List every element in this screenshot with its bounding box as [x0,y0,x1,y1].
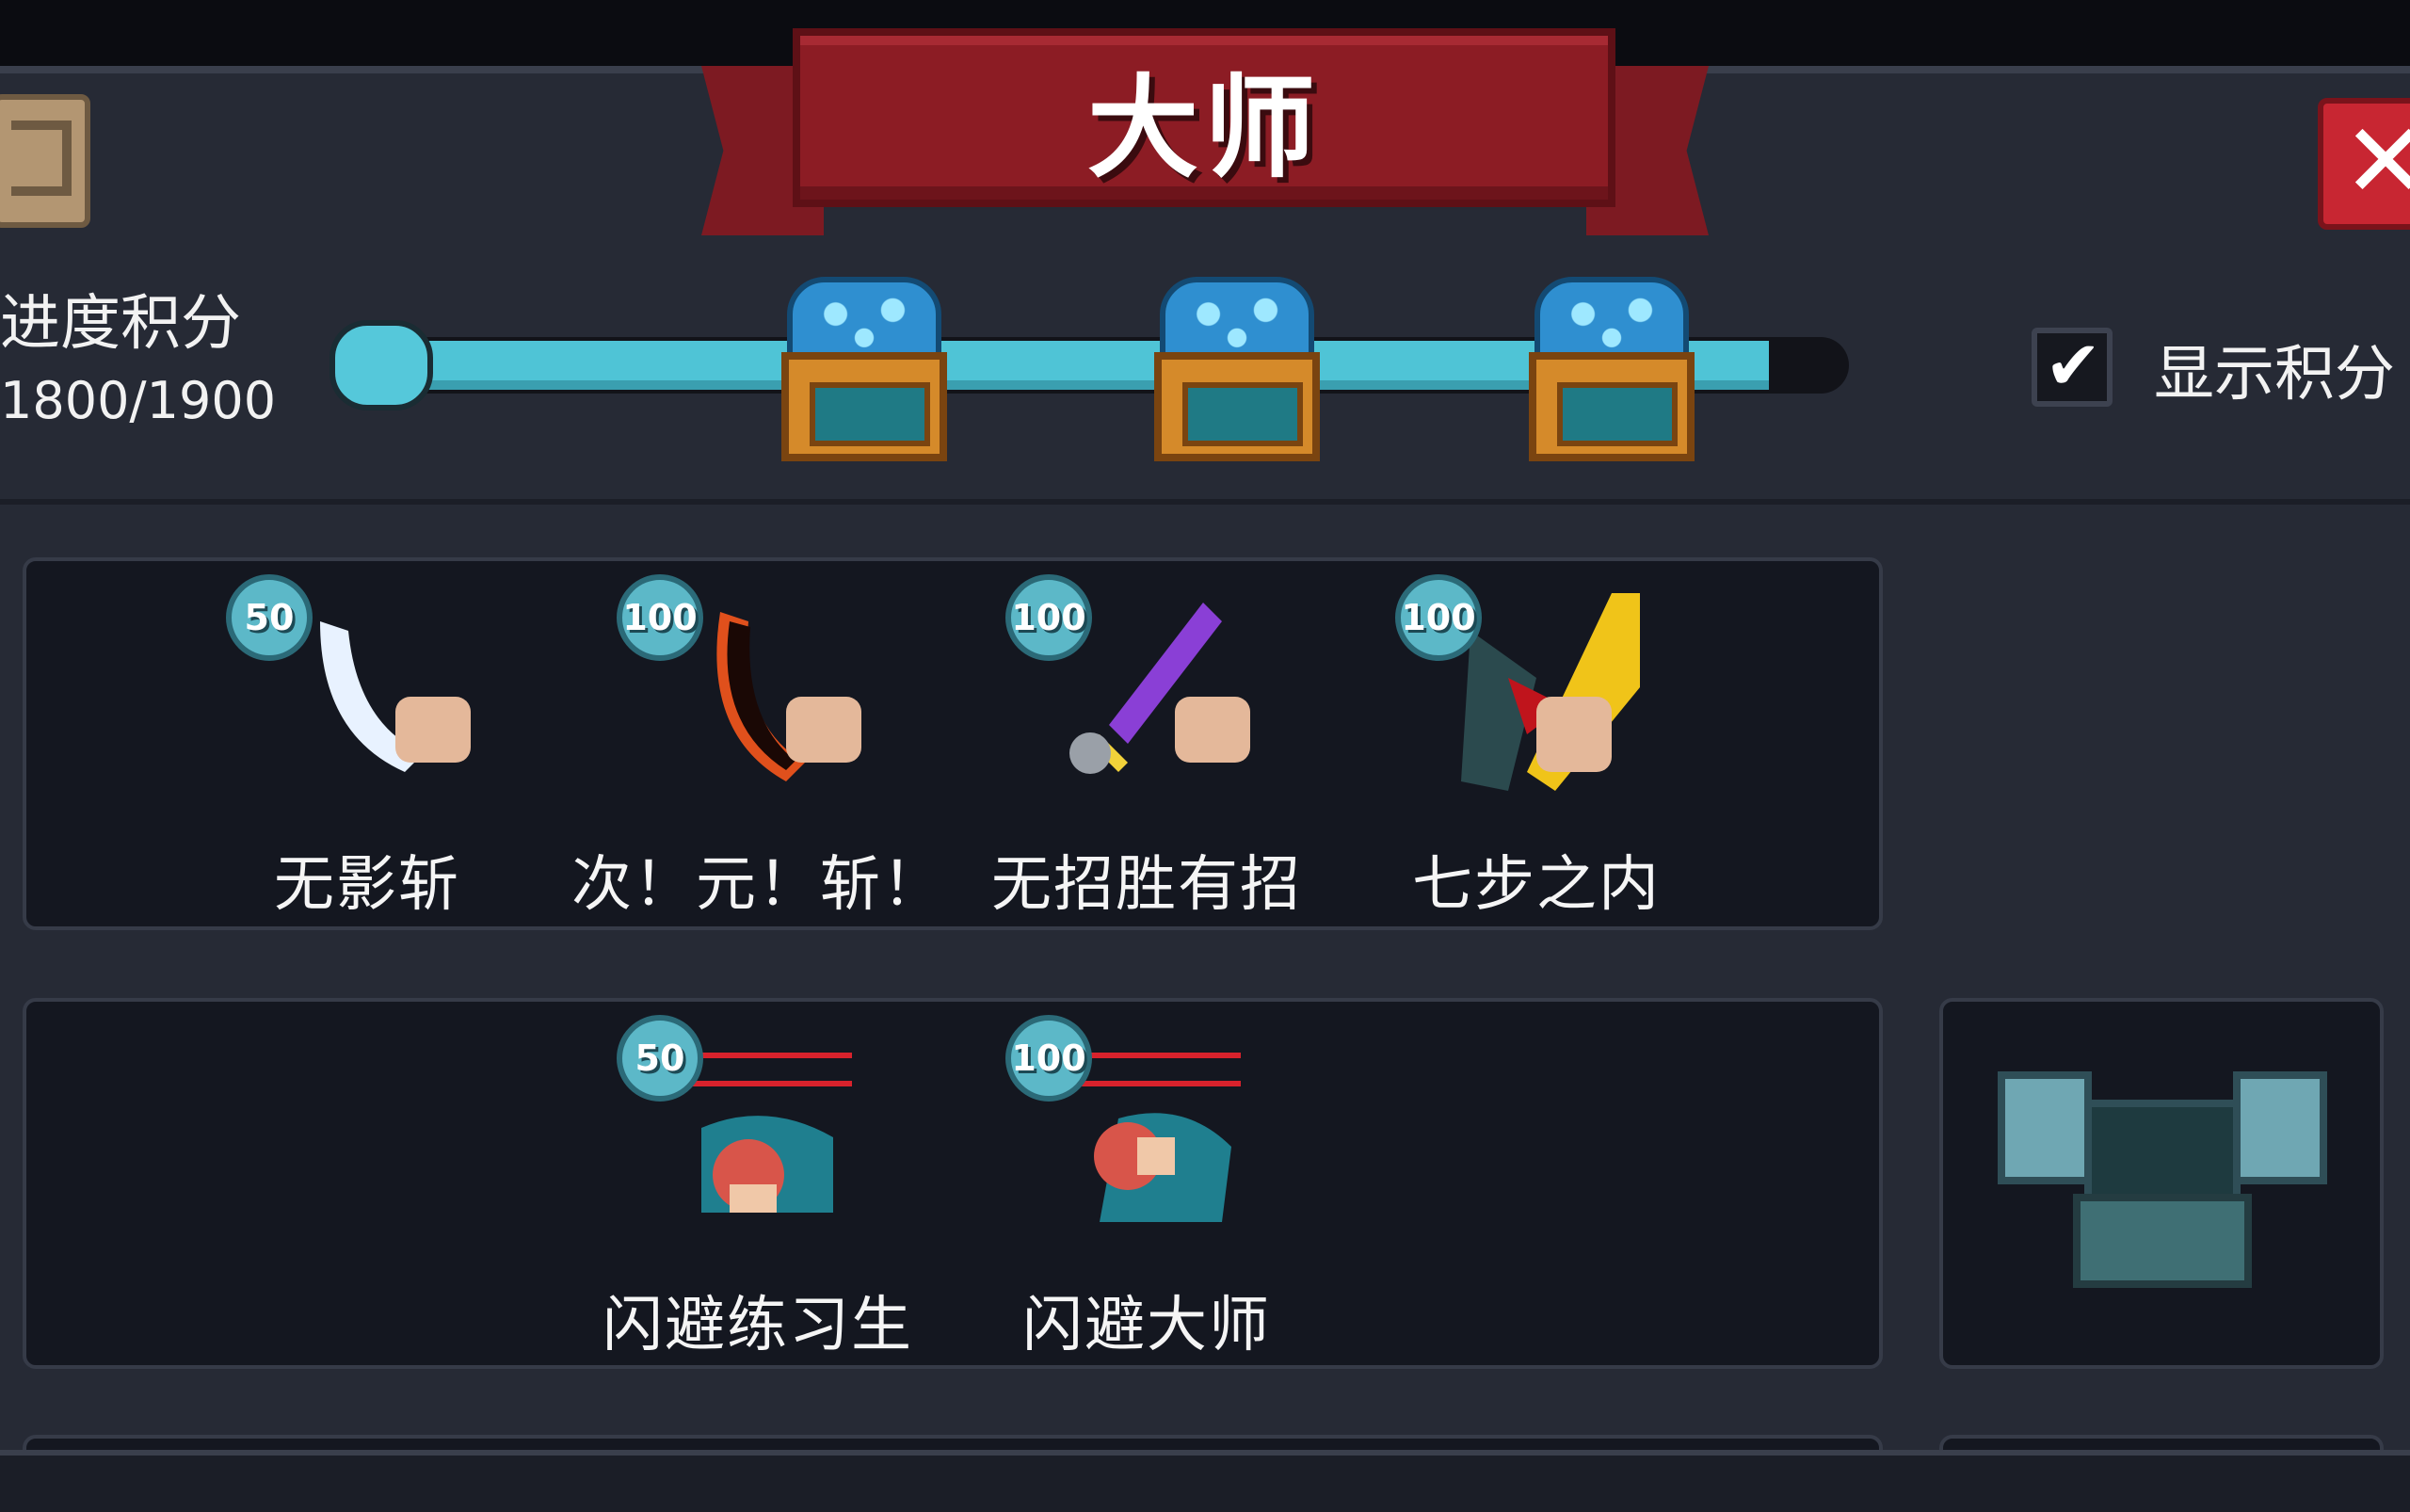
empty-chest-icon[interactable] [1998,1071,2327,1288]
achievement-item[interactable]: 100 七步之内 [1395,574,1678,920]
progress-label: 进度积分 [0,289,241,359]
achievement-name: 无招胜有招 [991,850,1302,920]
progress-value: 1800/1900 [0,371,277,430]
book-button[interactable] [0,94,90,228]
milestone-chest-2[interactable] [1154,277,1320,465]
points-badge: 50 [226,574,313,661]
bottom-edge [0,1450,2410,1512]
achievement-name: 闪避练习生 [602,1291,913,1360]
close-button[interactable]: ✕ [2318,98,2410,230]
progress-start-cap [329,320,433,410]
show-points-checkbox[interactable]: ✔ [2032,326,2113,407]
checkmark-icon: ✔ [2045,326,2102,405]
points-badge: 50 [617,1015,703,1102]
achievement-name: 次！元！斩！ [571,850,944,920]
achievement-item[interactable]: 100 次！元！斩！ [571,574,942,920]
milestone-chest-3[interactable] [1529,277,1695,465]
book-icon [11,121,72,196]
points-badge: 100 [1005,1015,1092,1102]
achievement-name: 七步之内 [1412,850,1661,920]
achievement-item[interactable]: 50 无影斩 [226,574,508,920]
achievement-name: 无影斩 [274,850,460,920]
close-icon: ✕ [2342,101,2410,221]
points-badge: 100 [1005,574,1092,661]
show-points-label[interactable]: 显示积分 [2154,326,2395,412]
section-divider [0,499,2410,505]
milestone-chest-1[interactable] [781,277,947,465]
achievement-item[interactable]: 50 闪避练习生 [602,1015,911,1360]
points-badge: 100 [617,574,703,661]
achievement-item[interactable]: 100 无招胜有招 [991,574,1300,920]
group-connector [1879,1111,1949,1252]
achievement-name: 闪避大师 [1022,1291,1271,1360]
achievement-item[interactable]: 100 闪避大师 [1005,1015,1288,1360]
page-title: 大师 [1086,63,1321,193]
points-badge: 100 [1395,574,1482,661]
